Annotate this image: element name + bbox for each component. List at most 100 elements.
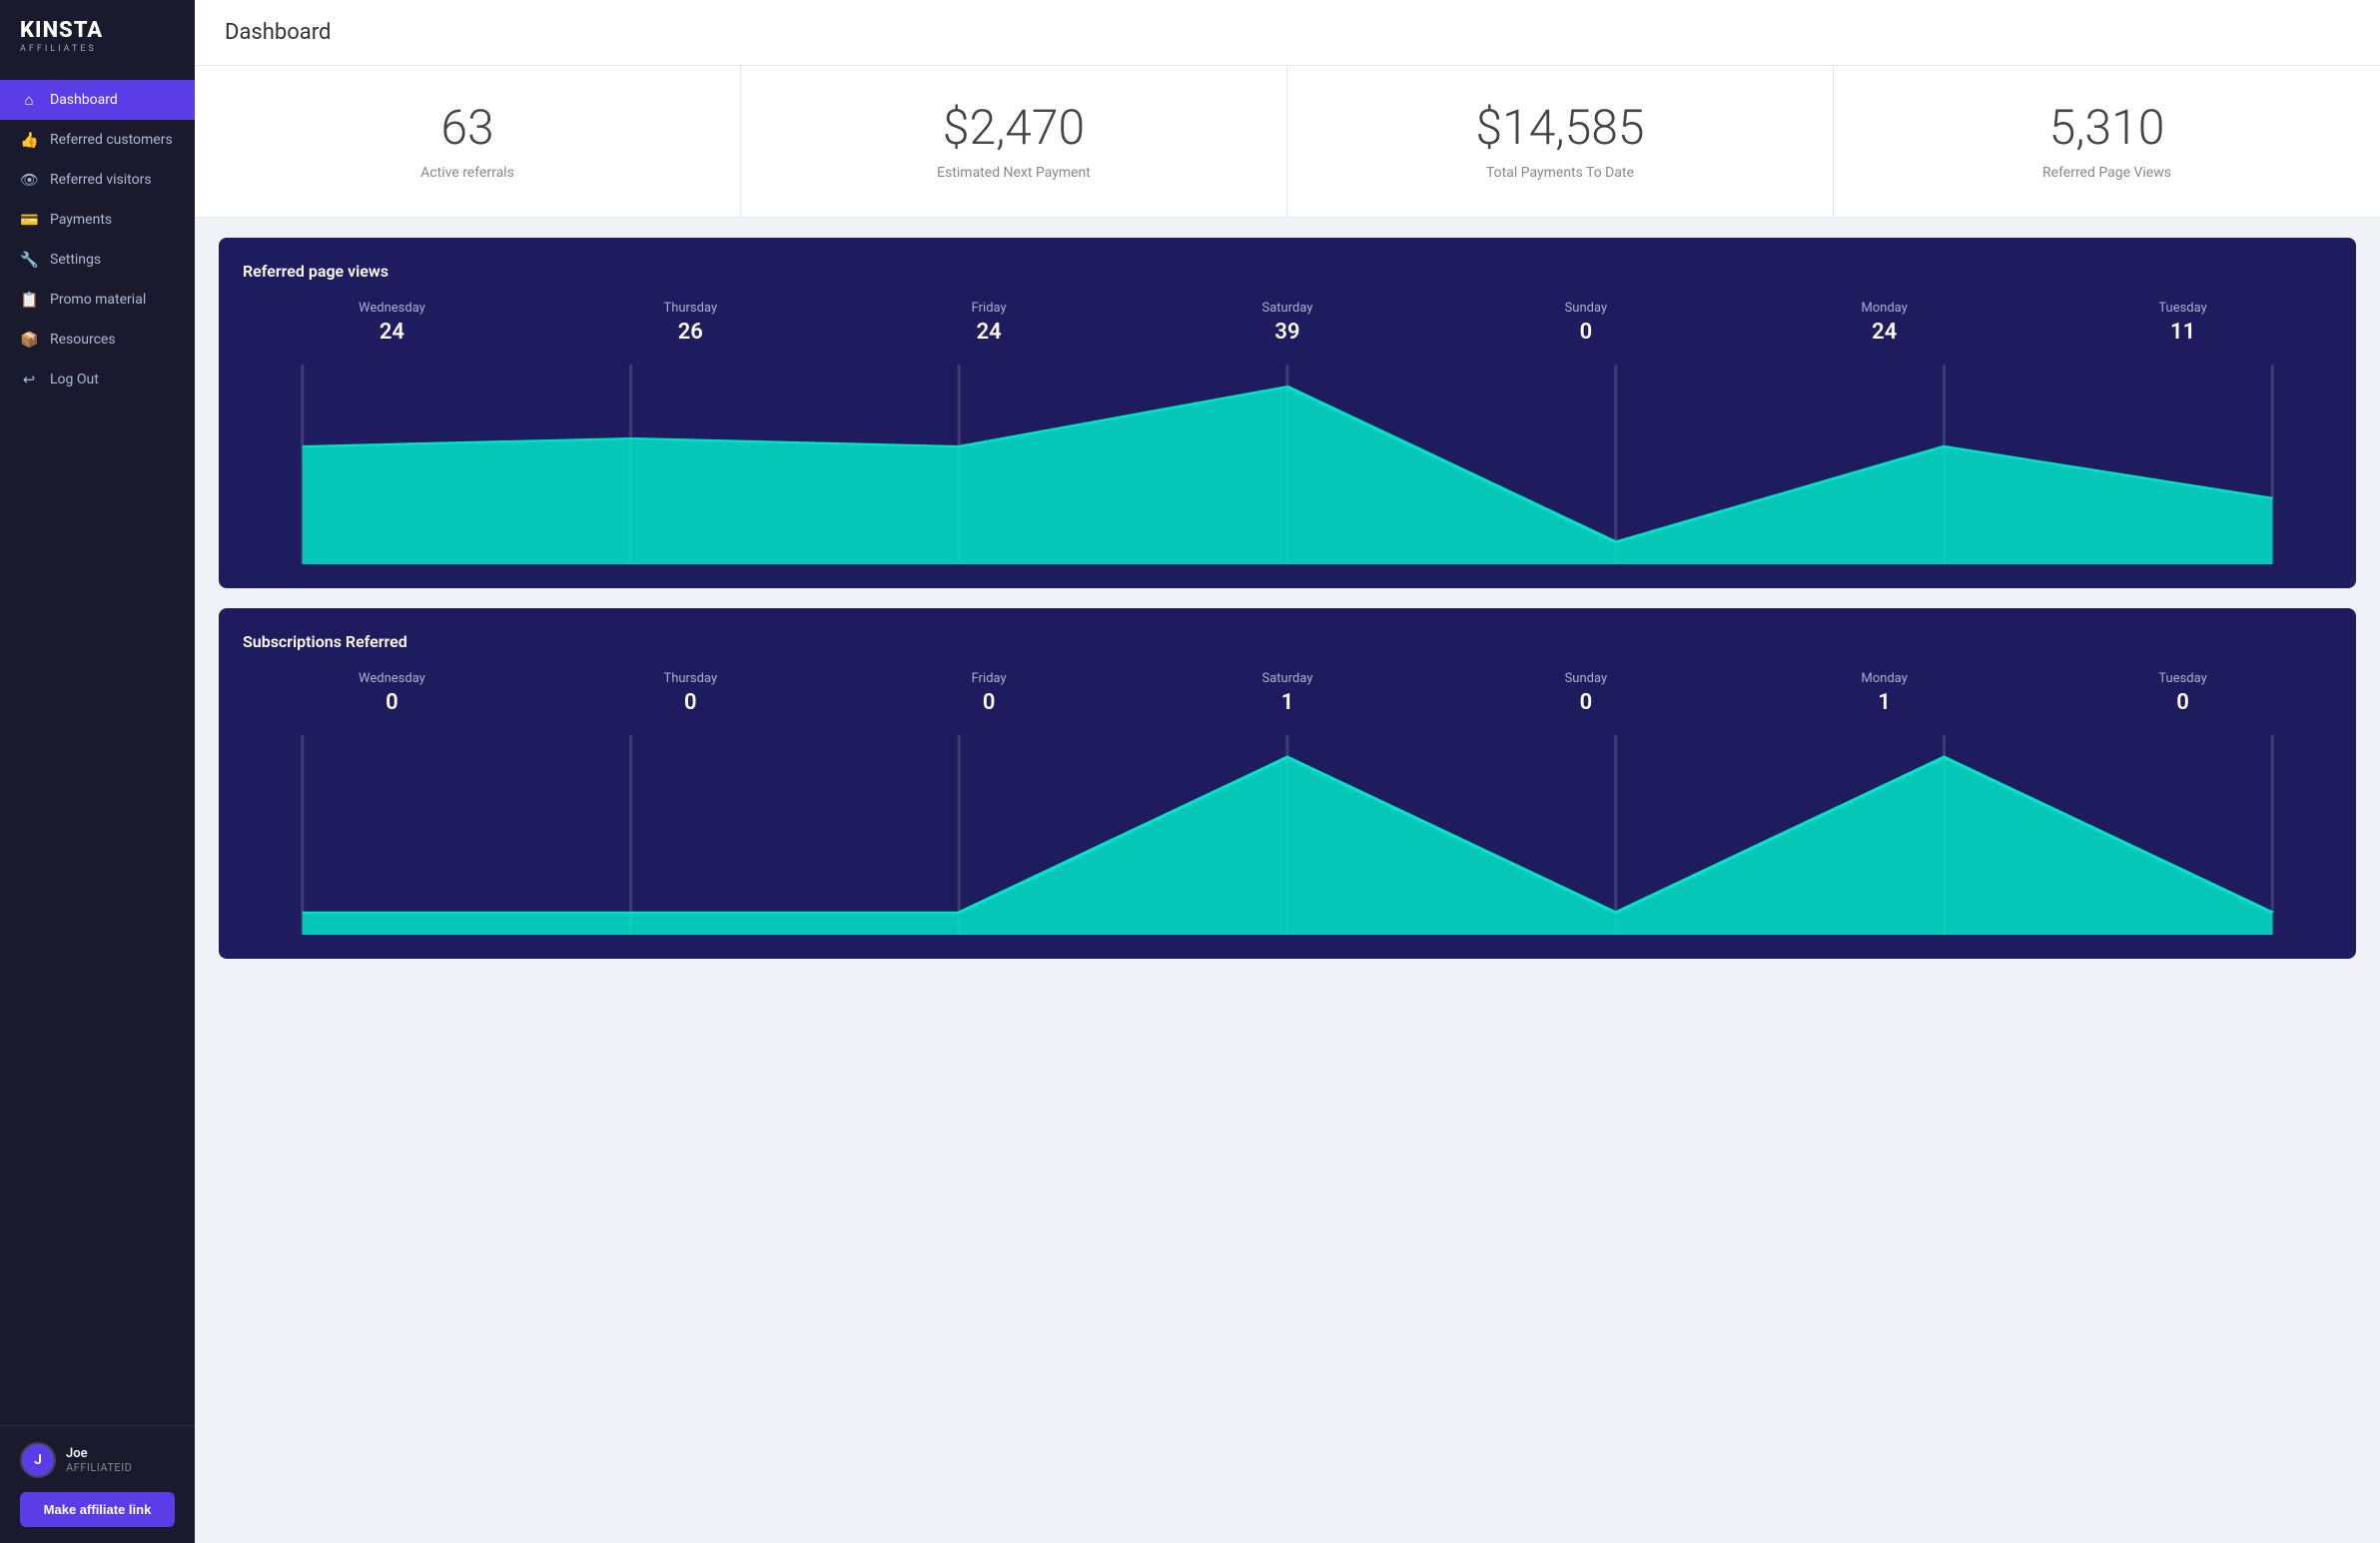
nav-label-payments: Payments [50, 212, 112, 228]
day-value-4: 0 [1436, 320, 1735, 345]
page-title: Dashboard [225, 20, 2350, 45]
day-value-4: 0 [1436, 690, 1735, 715]
chart2-area [243, 735, 2332, 935]
day-col-5: Monday 1 [1735, 671, 2033, 725]
day-label-0: Wednesday [243, 301, 541, 316]
resources-icon: 📦 [20, 331, 38, 349]
day-label-4: Sunday [1436, 671, 1735, 686]
day-value-2: 24 [840, 320, 1139, 345]
chart2-days: Wednesday 0 Thursday 0 Friday 0 Saturday… [243, 671, 2332, 725]
nav-label-promo-material: Promo material [50, 292, 146, 308]
main-content: Dashboard 63 Active referrals $2,470 Est… [195, 0, 2380, 1543]
stat-card-0: 63 Active referrals [195, 66, 741, 217]
stats-row: 63 Active referrals $2,470 Estimated Nex… [195, 66, 2380, 218]
sidebar: KINSTA AFFILIATES ⌂ Dashboard 👍 Referred… [0, 0, 195, 1543]
day-col-6: Tuesday 0 [2033, 671, 2332, 725]
day-label-1: Thursday [541, 301, 840, 316]
day-value-1: 26 [541, 320, 840, 345]
day-label-0: Wednesday [243, 671, 541, 686]
day-col-0: Wednesday 0 [243, 671, 541, 725]
sidebar-item-payments[interactable]: 💳 Payments [0, 200, 195, 240]
stat-card-1: $2,470 Estimated Next Payment [741, 66, 1287, 217]
nav-label-referred-visitors: Referred visitors [50, 172, 152, 188]
day-label-1: Thursday [541, 671, 840, 686]
sidebar-item-dashboard[interactable]: ⌂ Dashboard [0, 80, 195, 120]
dashboard-icon: ⌂ [20, 91, 38, 109]
stat-label-3: Referred Page Views [1864, 165, 2350, 181]
day-label-5: Monday [1735, 671, 2033, 686]
nav-label-settings: Settings [50, 252, 101, 268]
main-header: Dashboard [195, 0, 2380, 66]
promo-material-icon: 📋 [20, 291, 38, 309]
user-name: Joe [66, 1446, 132, 1461]
day-value-3: 1 [1139, 690, 1437, 715]
day-col-1: Thursday 26 [541, 301, 840, 355]
chart1-area [243, 365, 2332, 564]
day-label-2: Friday [840, 671, 1139, 686]
day-value-0: 0 [243, 690, 541, 715]
day-col-6: Tuesday 11 [2033, 301, 2332, 355]
referred-visitors-icon: 👁 [20, 171, 38, 189]
day-col-3: Saturday 1 [1139, 671, 1437, 725]
day-col-1: Thursday 0 [541, 671, 840, 725]
day-value-1: 0 [541, 690, 840, 715]
day-col-3: Saturday 39 [1139, 301, 1437, 355]
referred-customers-icon: 👍 [20, 131, 38, 149]
stat-value-3: 5,310 [1864, 102, 2350, 155]
day-value-5: 24 [1735, 320, 2033, 345]
day-label-6: Tuesday [2033, 301, 2332, 316]
day-label-6: Tuesday [2033, 671, 2332, 686]
day-label-3: Saturday [1139, 671, 1437, 686]
day-label-5: Monday [1735, 301, 2033, 316]
day-value-2: 0 [840, 690, 1139, 715]
stat-card-2: $14,585 Total Payments To Date [1287, 66, 1834, 217]
sidebar-item-referred-visitors[interactable]: 👁 Referred visitors [0, 160, 195, 200]
sidebar-item-resources[interactable]: 📦 Resources [0, 320, 195, 360]
nav-label-log-out: Log Out [50, 372, 99, 387]
day-label-2: Friday [840, 301, 1139, 316]
user-info: J Joe AFFILIATEID [20, 1442, 175, 1478]
nav-label-referred-customers: Referred customers [50, 132, 173, 148]
sidebar-item-referred-customers[interactable]: 👍 Referred customers [0, 120, 195, 160]
chart1-days: Wednesday 24 Thursday 26 Friday 24 Satur… [243, 301, 2332, 355]
brand-name: KINSTA [20, 18, 175, 43]
nav-label-resources: Resources [50, 332, 116, 348]
day-col-5: Monday 24 [1735, 301, 2033, 355]
day-value-6: 11 [2033, 320, 2332, 345]
day-label-4: Sunday [1436, 301, 1735, 316]
day-col-4: Sunday 0 [1436, 301, 1735, 355]
referred-page-views-chart: Referred page views Wednesday 24 Thursda… [219, 238, 2356, 588]
day-value-6: 0 [2033, 690, 2332, 715]
day-col-0: Wednesday 24 [243, 301, 541, 355]
day-label-3: Saturday [1139, 301, 1437, 316]
day-value-0: 24 [243, 320, 541, 345]
settings-icon: 🔧 [20, 251, 38, 269]
sidebar-bottom: J Joe AFFILIATEID Make affiliate link [0, 1425, 195, 1543]
make-affiliate-link-button[interactable]: Make affiliate link [20, 1492, 175, 1527]
stat-value-1: $2,470 [771, 102, 1256, 155]
stat-label-2: Total Payments To Date [1317, 165, 1803, 181]
day-col-2: Friday 24 [840, 301, 1139, 355]
nav-label-dashboard: Dashboard [50, 92, 118, 108]
chart1-title: Referred page views [243, 262, 2332, 281]
sidebar-item-promo-material[interactable]: 📋 Promo material [0, 280, 195, 320]
sidebar-item-log-out[interactable]: ↩ Log Out [0, 360, 195, 399]
stat-label-0: Active referrals [225, 165, 710, 181]
day-value-5: 1 [1735, 690, 2033, 715]
logo: KINSTA AFFILIATES [0, 0, 195, 70]
charts-section: Referred page views Wednesday 24 Thursda… [195, 218, 2380, 979]
nav: ⌂ Dashboard 👍 Referred customers 👁 Refer… [0, 70, 195, 1425]
stat-card-3: 5,310 Referred Page Views [1834, 66, 2380, 217]
brand-sub: AFFILIATES [20, 44, 175, 54]
chart2-title: Subscriptions Referred [243, 632, 2332, 651]
day-value-3: 39 [1139, 320, 1437, 345]
stat-label-1: Estimated Next Payment [771, 165, 1256, 181]
user-id: AFFILIATEID [66, 1461, 132, 1474]
log-out-icon: ↩ [20, 371, 38, 388]
day-col-2: Friday 0 [840, 671, 1139, 725]
day-col-4: Sunday 0 [1436, 671, 1735, 725]
subscriptions-referred-chart: Subscriptions Referred Wednesday 0 Thurs… [219, 608, 2356, 959]
sidebar-item-settings[interactable]: 🔧 Settings [0, 240, 195, 280]
stat-value-0: 63 [225, 102, 710, 155]
stat-value-2: $14,585 [1317, 102, 1803, 155]
